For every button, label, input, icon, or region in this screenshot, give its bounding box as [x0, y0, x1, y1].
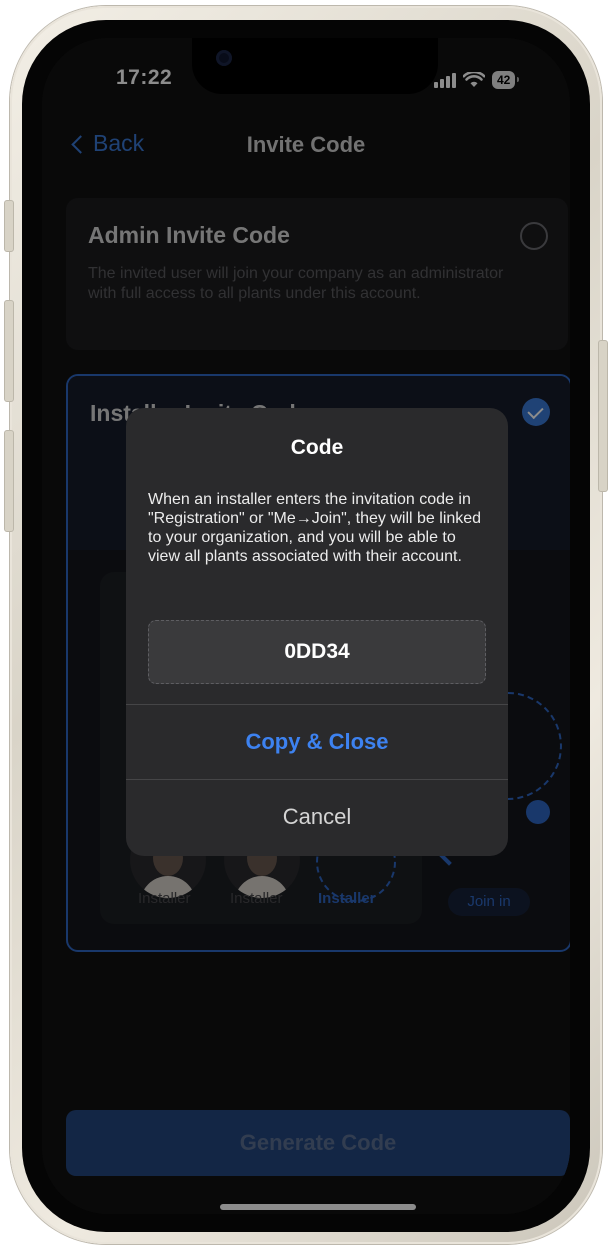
volume-down-button [4, 430, 14, 532]
power-button [598, 340, 608, 492]
dialog-message: When an installer enters the invitation … [148, 491, 482, 565]
dialog-title: Code [290, 436, 344, 459]
code-dialog: Code When an installer enters the invita… [126, 408, 508, 856]
cancel-button[interactable]: Cancel [126, 780, 508, 854]
copy-close-button[interactable]: Copy & Close [126, 705, 508, 779]
invite-code-value: 0DD34 [148, 620, 486, 684]
volume-up-button [4, 300, 14, 402]
mute-switch [4, 200, 14, 252]
screen: 17:22 42 Back Invite Code Admin Invite C… [42, 38, 570, 1214]
